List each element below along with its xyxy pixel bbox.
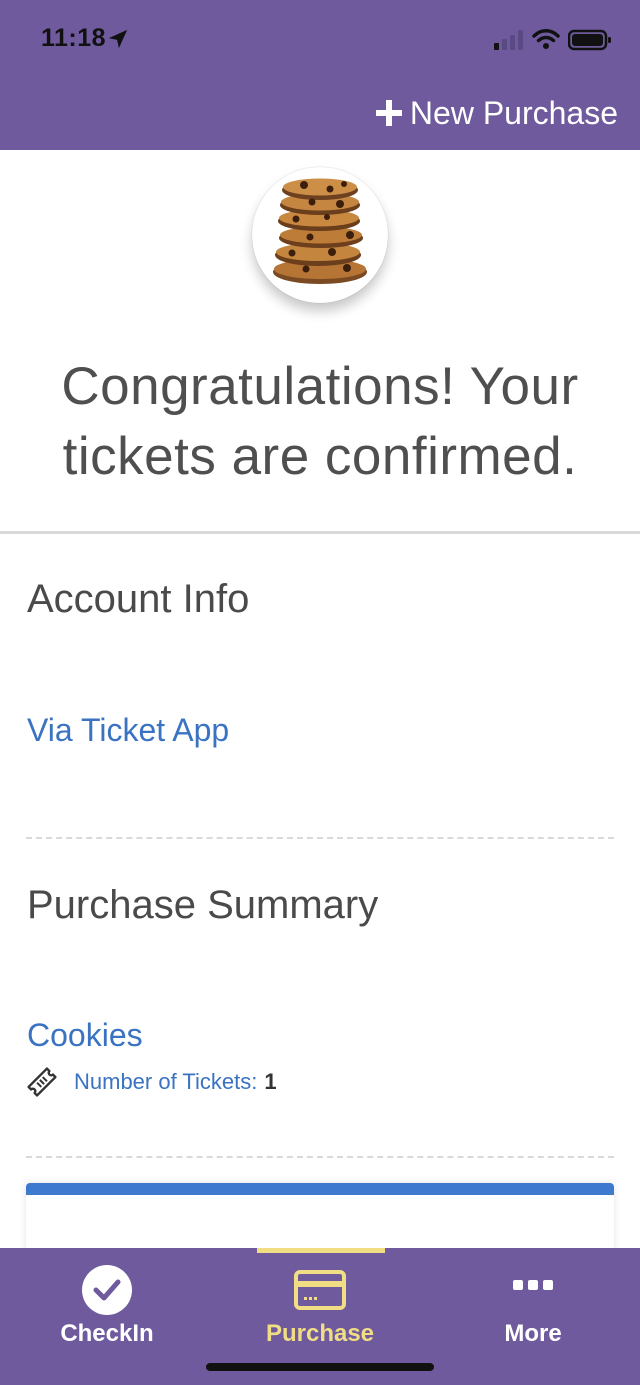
dashed-divider <box>26 837 614 839</box>
location-arrow-icon <box>108 29 128 49</box>
section-divider <box>0 531 640 534</box>
purchase-summary-title: Purchase Summary <box>27 883 379 927</box>
signal-icon <box>494 30 523 50</box>
credit-card-icon <box>294 1270 346 1310</box>
new-purchase-button[interactable]: New Purchase <box>375 95 618 131</box>
tab-more[interactable]: More <box>453 1264 613 1348</box>
cookie-stack-image <box>273 178 367 284</box>
tab-checkin-label: CheckIn <box>60 1320 154 1347</box>
cookies-item-link[interactable]: Cookies <box>27 1017 143 1054</box>
home-indicator <box>206 1363 434 1371</box>
tab-more-label: More <box>504 1320 562 1347</box>
account-info-title: Account Info <box>27 577 250 621</box>
wifi-icon <box>532 29 560 49</box>
tab-purchase[interactable]: Purchase <box>240 1264 400 1348</box>
tickets-label: Number of Tickets: <box>74 1069 258 1094</box>
check-circle-icon <box>82 1265 132 1315</box>
active-tab-indicator <box>257 1248 385 1253</box>
tickets-value: 1 <box>264 1069 277 1094</box>
battery-icon <box>568 29 611 51</box>
more-icon <box>513 1280 553 1290</box>
ticket-icon <box>27 1067 57 1097</box>
new-purchase-label: New Purchase <box>409 95 618 131</box>
dashed-divider <box>26 1156 614 1158</box>
status-time: 11:18 <box>41 24 107 52</box>
tab-checkin[interactable]: CheckIn <box>27 1264 187 1348</box>
confirmation-headline: Congratulations! Your tickets are confir… <box>61 357 579 486</box>
via-ticket-app-link[interactable]: Via Ticket App <box>27 712 229 749</box>
tickets-row: Number of Tickets: 1 <box>26 1066 277 1098</box>
event-avatar <box>252 167 388 303</box>
tab-purchase-label: Purchase <box>265 1320 375 1347</box>
plus-icon <box>375 100 402 126</box>
